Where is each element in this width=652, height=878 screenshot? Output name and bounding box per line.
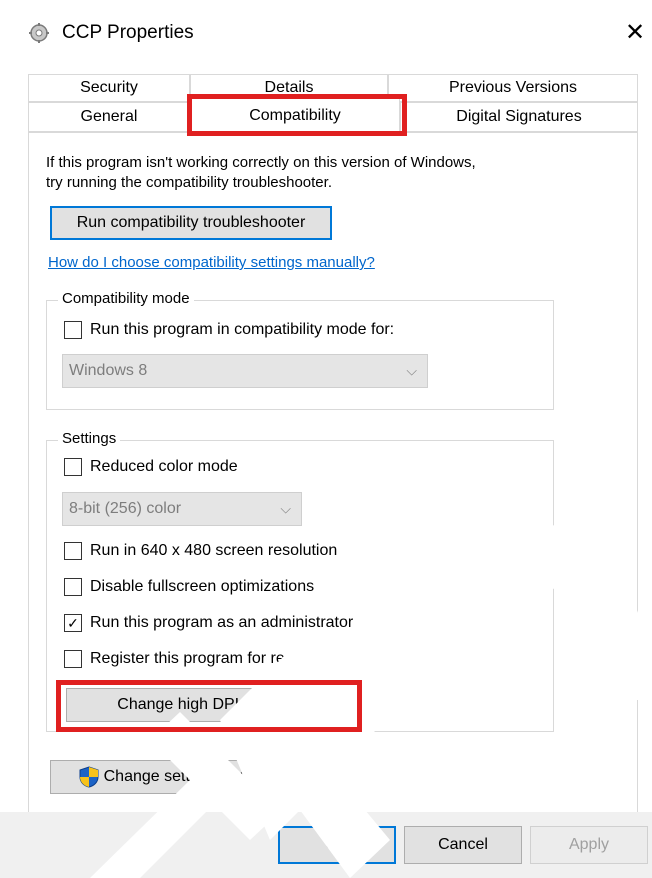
run-as-admin-checkbox[interactable]: ✓ bbox=[64, 614, 82, 632]
tab-digital-signatures[interactable]: Digital Signatures bbox=[400, 102, 638, 132]
resolution-640-option[interactable]: Run in 640 x 480 screen resolution bbox=[64, 542, 337, 560]
fullscreen-opt-label: Disable fullscreen optimizations bbox=[90, 578, 315, 595]
change-dpi-button[interactable]: Change high DPI settings bbox=[66, 688, 350, 722]
register-restart-label: Register this program for restart bbox=[90, 650, 316, 667]
settings-label: Settings bbox=[58, 430, 121, 447]
cancel-button[interactable]: Cancel bbox=[404, 826, 522, 864]
color-depth-select-value: 8-bit (256) color bbox=[69, 500, 182, 517]
tab-compatibility[interactable]: Compatibility bbox=[190, 96, 400, 134]
compat-os-select-value: Windows 8 bbox=[69, 362, 148, 379]
tab-previous-versions[interactable]: Previous Versions bbox=[388, 74, 638, 102]
run-as-admin-label: Run this program as an administrator bbox=[90, 614, 354, 631]
window-title: CCP Properties bbox=[62, 22, 194, 43]
change-all-users-label: Change settings for all users bbox=[103, 768, 307, 785]
run-troubleshooter-button[interactable]: Run compatibility troubleshooter bbox=[50, 206, 332, 240]
compatibility-mode-label: Compatibility mode bbox=[58, 290, 194, 307]
register-restart-checkbox[interactable] bbox=[64, 650, 82, 668]
tab-security[interactable]: Security bbox=[28, 74, 190, 102]
ok-button[interactable]: OK bbox=[278, 826, 396, 864]
compat-mode-option[interactable]: Run this program in compatibility mode f… bbox=[64, 321, 394, 339]
uac-shield-icon bbox=[78, 766, 100, 788]
apply-button[interactable]: Apply bbox=[530, 826, 648, 864]
compat-os-select: Windows 8 ⌵ bbox=[62, 354, 428, 388]
reduced-color-option[interactable]: Reduced color mode bbox=[64, 458, 238, 476]
fullscreen-opt-option[interactable]: Disable fullscreen optimizations bbox=[64, 578, 314, 596]
fullscreen-opt-checkbox[interactable] bbox=[64, 578, 82, 596]
intro-line-2: try running the compatibility troublesho… bbox=[46, 174, 332, 191]
reduced-color-label: Reduced color mode bbox=[90, 458, 238, 475]
compat-mode-checkbox-label: Run this program in compatibility mode f… bbox=[90, 321, 395, 338]
chevron-down-icon: ⌵ bbox=[406, 362, 417, 379]
resolution-640-label: Run in 640 x 480 screen resolution bbox=[90, 542, 338, 559]
close-icon[interactable]: ✕ bbox=[618, 14, 652, 52]
color-depth-select: 8-bit (256) color ⌵ bbox=[62, 492, 302, 526]
resolution-640-checkbox[interactable] bbox=[64, 542, 82, 560]
register-restart-option[interactable]: Register this program for restart bbox=[64, 650, 316, 668]
change-all-users-button[interactable]: Change settings for all users bbox=[50, 760, 334, 794]
compatibility-help-link[interactable]: How do I choose compatibility settings m… bbox=[48, 254, 375, 271]
chevron-down-icon: ⌵ bbox=[280, 500, 291, 517]
intro-line-1: If this program isn't working correctly … bbox=[46, 154, 476, 171]
reduced-color-checkbox[interactable] bbox=[64, 458, 82, 476]
tab-general[interactable]: General bbox=[28, 102, 190, 132]
compat-mode-checkbox[interactable] bbox=[64, 321, 82, 339]
run-as-admin-option[interactable]: ✓ Run this program as an administrator bbox=[64, 614, 353, 632]
app-gear-icon bbox=[28, 22, 50, 44]
